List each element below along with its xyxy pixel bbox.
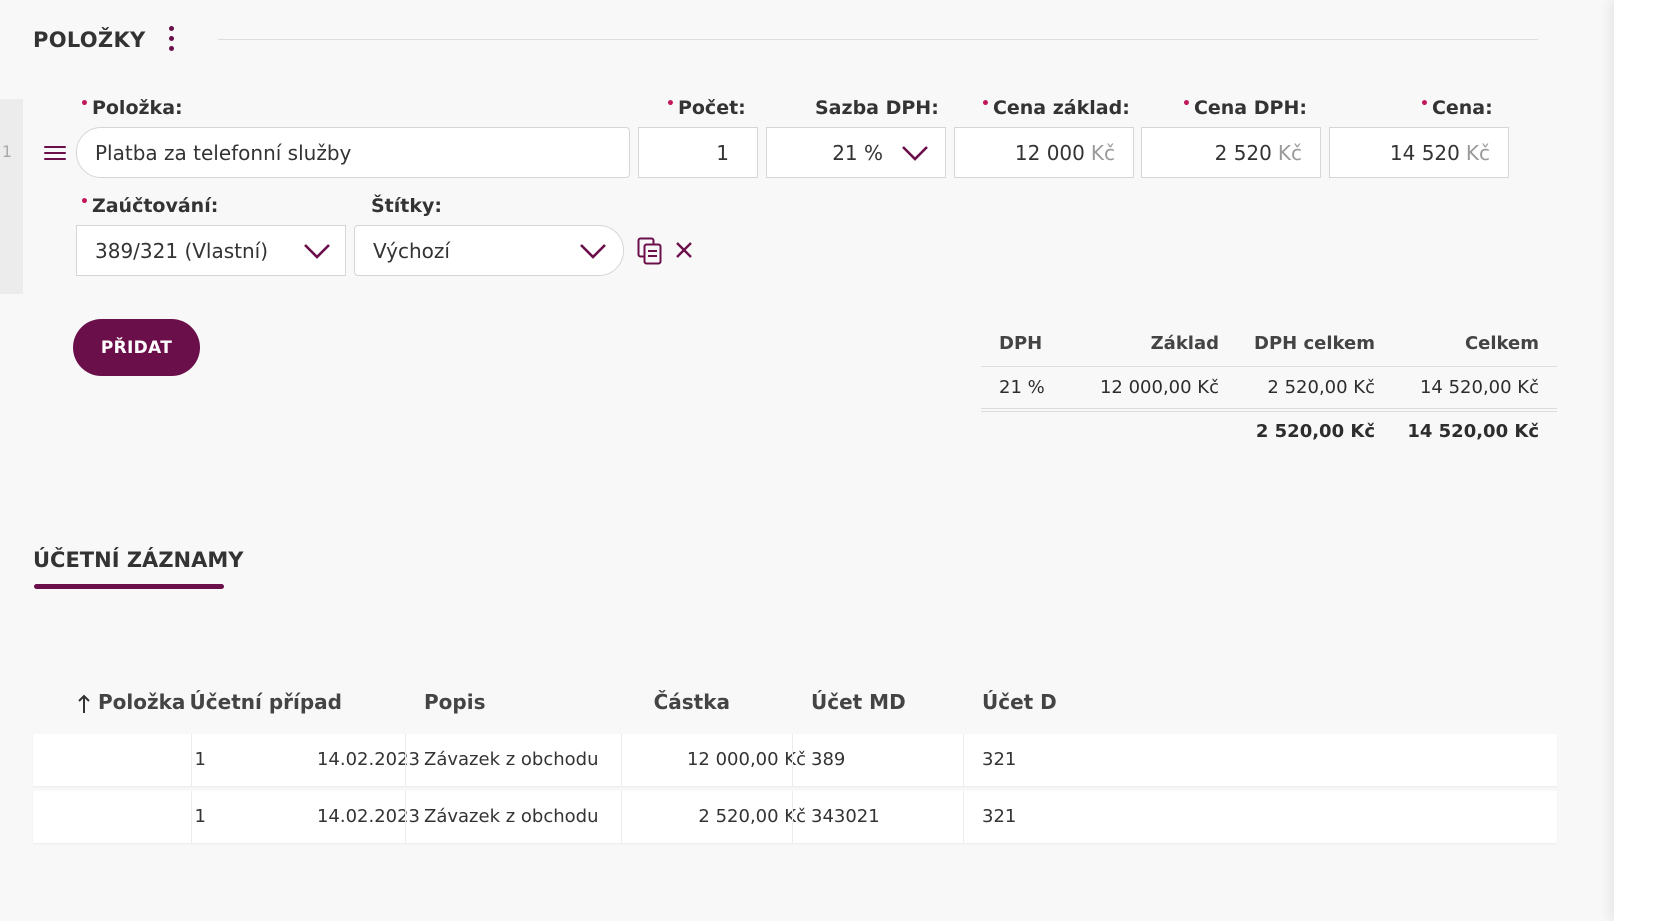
label-sazba-dph: Sazba DPH: bbox=[815, 97, 939, 119]
sazba-dph-select[interactable]: 21 % bbox=[766, 127, 946, 178]
kebab-menu-icon[interactable] bbox=[164, 26, 178, 52]
divider bbox=[792, 791, 793, 843]
divider bbox=[191, 734, 192, 786]
label-pocet: • Počet: bbox=[666, 96, 746, 119]
cell-polozka: 1 bbox=[194, 806, 206, 827]
tab-ucetni-zaznamy[interactable]: ÚČETNÍ ZÁZNAMY bbox=[33, 548, 243, 572]
required-marker: • bbox=[1182, 96, 1191, 112]
required-marker: • bbox=[981, 96, 990, 112]
vat-total-dph: 2 520,00 Kč bbox=[1255, 421, 1375, 442]
cell-ucet-d: 321 bbox=[982, 749, 1017, 770]
label-cena-zaklad: • Cena základ: bbox=[981, 96, 1130, 119]
section-divider bbox=[218, 39, 1538, 40]
required-marker: • bbox=[80, 194, 89, 210]
required-marker: • bbox=[80, 96, 89, 112]
chevron-down-icon bbox=[304, 244, 330, 259]
divider bbox=[621, 791, 622, 843]
polozka-input[interactable]: Platba za telefonní služby bbox=[76, 127, 630, 178]
label-stitky: Štítky: bbox=[371, 195, 442, 217]
vat-total-celkem: 14 520,00 Kč bbox=[1407, 421, 1539, 442]
col-header-ucetni-pripad[interactable]: Účetní případ bbox=[190, 690, 342, 714]
col-header-ucet-md[interactable]: Účet MD bbox=[811, 690, 906, 714]
row-gutter bbox=[0, 99, 23, 294]
vat-col-dph-celkem: DPH celkem bbox=[1254, 333, 1375, 354]
col-header-popis[interactable]: Popis bbox=[424, 690, 485, 714]
cell-ucet-md: 389 bbox=[811, 749, 846, 770]
vat-data-row: 21 % 12 000,00 Kč 2 520,00 Kč 14 520,00 … bbox=[981, 366, 1557, 410]
divider bbox=[621, 734, 622, 786]
row-number: 1 bbox=[1, 142, 13, 161]
vat-header-row: DPH Základ DPH celkem Celkem bbox=[981, 322, 1557, 366]
divider bbox=[405, 734, 406, 786]
vat-col-zaklad: Základ bbox=[1150, 333, 1219, 354]
cell-ucet-d: 321 bbox=[982, 806, 1017, 827]
stitky-select[interactable]: Výchozí bbox=[354, 225, 624, 276]
vat-total-row: 2 520,00 Kč 14 520,00 Kč bbox=[981, 410, 1557, 454]
chevron-down-icon bbox=[902, 146, 928, 161]
add-item-button[interactable]: PŘIDAT bbox=[73, 319, 200, 376]
col-header-ucet-d[interactable]: Účet D bbox=[982, 690, 1057, 714]
label-cena: • Cena: bbox=[1420, 96, 1493, 119]
cena-dph-input[interactable]: 2 520 Kč bbox=[1141, 127, 1321, 178]
required-marker: • bbox=[1420, 96, 1429, 112]
divider bbox=[405, 791, 406, 843]
cell-polozka: 1 bbox=[194, 749, 206, 770]
cena-zaklad-input[interactable]: 12 000 Kč bbox=[954, 127, 1134, 178]
cell-castka: 12 000,00 Kč bbox=[686, 749, 806, 770]
divider bbox=[981, 408, 1557, 409]
label-polozka: • Položka: bbox=[80, 96, 183, 119]
divider bbox=[191, 791, 192, 843]
pocet-input[interactable]: 1 bbox=[638, 127, 758, 178]
table-row[interactable]: 1 14.02.2023 Závazek z obchodu 2 520,00 … bbox=[33, 791, 1557, 843]
divider bbox=[963, 734, 964, 786]
active-tab-indicator bbox=[34, 584, 224, 589]
col-header-polozka[interactable]: Položka bbox=[98, 690, 185, 714]
zauctovani-select[interactable]: 389/321 (Vlastní) bbox=[76, 225, 346, 276]
label-cena-dph: • Cena DPH: bbox=[1182, 96, 1307, 119]
required-marker: • bbox=[666, 96, 675, 112]
col-header-castka[interactable]: Částka bbox=[654, 690, 730, 714]
vat-cell: 14 520,00 Kč bbox=[1419, 377, 1539, 398]
cell-popis: Závazek z obchodu bbox=[424, 806, 599, 827]
side-panel-edge bbox=[1614, 0, 1657, 921]
section-header: POLOŽKY bbox=[33, 25, 146, 55]
chevron-down-icon bbox=[580, 244, 606, 259]
label-zauctovani: • Zaúčtování: bbox=[80, 194, 219, 217]
arrow-up-icon[interactable] bbox=[77, 694, 91, 714]
cell-ucet-md: 343021 bbox=[811, 806, 880, 827]
section-title: POLOŽKY bbox=[33, 28, 146, 52]
copy-icon[interactable] bbox=[637, 237, 663, 265]
page: POLOŽKY 1 • Položka: • Počet: Sazba DPH: •… bbox=[0, 0, 1614, 921]
cell-castka: 2 520,00 Kč bbox=[698, 806, 806, 827]
vat-col-dph: DPH bbox=[999, 333, 1043, 354]
vat-summary-table: DPH Základ DPH celkem Celkem 21 % 12 000… bbox=[981, 322, 1557, 454]
divider bbox=[792, 734, 793, 786]
drag-handle-icon[interactable] bbox=[44, 146, 66, 160]
table-row[interactable]: 1 14.02.2023 Závazek z obchodu 12 000,00… bbox=[33, 734, 1557, 786]
vat-cell: 21 % bbox=[999, 377, 1045, 398]
divider bbox=[963, 791, 964, 843]
close-icon[interactable] bbox=[675, 241, 693, 259]
vat-cell: 12 000,00 Kč bbox=[1099, 377, 1219, 398]
cell-popis: Závazek z obchodu bbox=[424, 749, 599, 770]
vat-col-celkem: Celkem bbox=[1464, 333, 1539, 354]
cena-input[interactable]: 14 520 Kč bbox=[1329, 127, 1509, 178]
vat-cell: 2 520,00 Kč bbox=[1267, 377, 1375, 398]
